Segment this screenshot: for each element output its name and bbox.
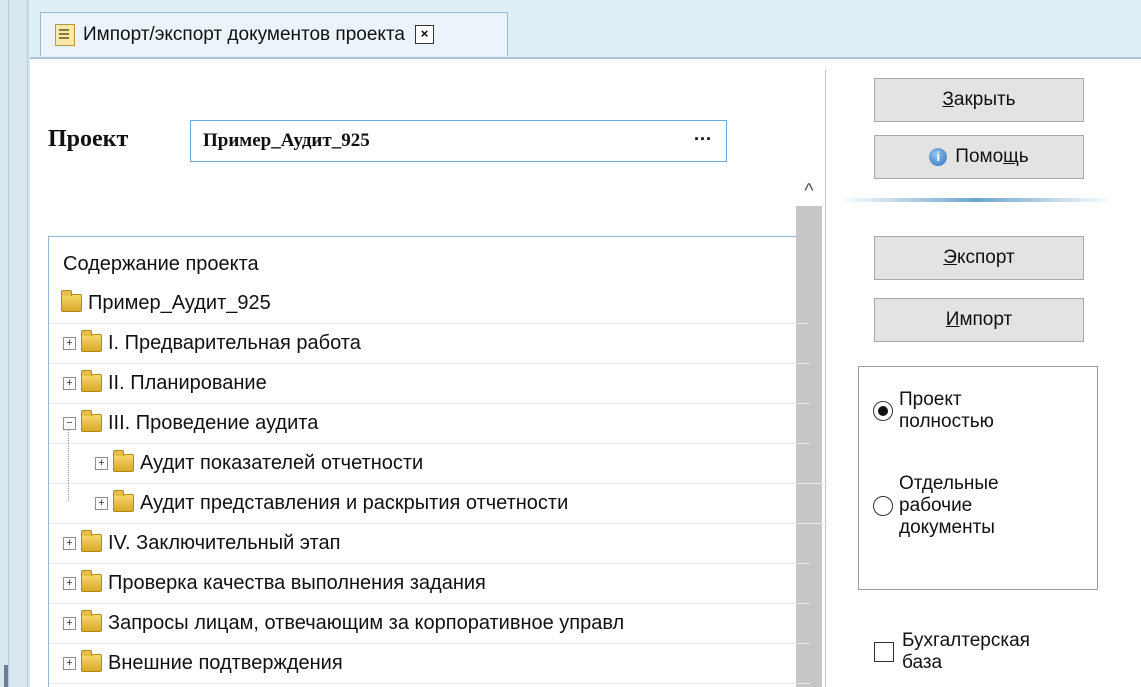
tree-item-label: III. Проведение аудита: [108, 411, 319, 434]
radio-label: Проект полностью: [899, 389, 994, 433]
folder-icon: [81, 570, 102, 592]
tree-row-root[interactable]: Пример_Аудит_925: [49, 283, 808, 324]
tree-item-label: Проверка качества выполнения задания: [108, 571, 486, 594]
tree-item-label: II. Планирование: [108, 371, 267, 394]
checkbox[interactable]: [874, 642, 894, 662]
tree-row[interactable]: − III. Проведение аудита: [49, 403, 810, 444]
mnemonic: щ: [1003, 146, 1019, 167]
expand-icon[interactable]: +: [63, 376, 76, 390]
folder-icon: [113, 450, 134, 472]
radio-button[interactable]: [873, 401, 893, 421]
project-label: Проект: [48, 126, 129, 152]
tree-item-label: Внешние подтверждения: [108, 651, 343, 674]
outer-divider: [27, 0, 28, 687]
folder-icon: [61, 290, 82, 312]
button-label: мпорт: [959, 309, 1013, 330]
project-tree[interactable]: Содержание проекта Пример_Аудит_925 + I.…: [48, 236, 842, 687]
radio-separate-docs[interactable]: Отдельные рабочие документы: [873, 473, 999, 539]
expand-icon[interactable]: +: [95, 496, 108, 510]
folder-icon: [81, 410, 102, 432]
radio-label-line: Проект: [899, 389, 962, 410]
close-button[interactable]: Закрыть: [874, 78, 1084, 122]
expand-icon[interactable]: +: [63, 656, 76, 670]
radio-full-project[interactable]: Проект полностью: [873, 389, 994, 433]
tree-item-label: IV. Заключительный этап: [108, 531, 341, 554]
scroll-up-arrow[interactable]: ^: [796, 176, 822, 206]
tree-row[interactable]: + Запросы лицам, отвечающим за корпорати…: [49, 603, 810, 644]
tree-caption: Содержание проекта: [63, 253, 259, 275]
folder-icon: [81, 370, 102, 392]
mnemonic: И: [945, 309, 960, 330]
button-label: ь: [1018, 146, 1029, 167]
button-label: Помо: [955, 146, 1004, 167]
outer-divider: [8, 0, 9, 687]
expand-icon[interactable]: +: [95, 456, 108, 470]
tree-row[interactable]: + IV. Заключительный этап: [49, 523, 810, 564]
folder-icon: [81, 650, 102, 672]
folder-icon: [81, 530, 102, 552]
checkbox-label-line: база: [902, 652, 943, 673]
checkbox-label-line: Бухгалтерская: [902, 630, 1030, 651]
project-field[interactable]: Пример_Аудит_925 ···: [190, 120, 727, 162]
tree-row[interactable]: + I. Предварительная работа: [49, 323, 810, 364]
expand-icon[interactable]: +: [63, 536, 76, 550]
mnemonic: З: [942, 89, 954, 110]
button-label: кспорт: [956, 247, 1015, 268]
tree-item-label: Аудит показателей отчетности: [140, 451, 424, 474]
expand-icon[interactable]: +: [63, 616, 76, 630]
export-button[interactable]: Экспорт: [874, 236, 1084, 280]
project-value: Пример_Аудит_925: [203, 130, 370, 151]
tree-item-label: Аудит представления и раскрытия отчетнос…: [140, 491, 569, 514]
tree-row[interactable]: + Аудит представления и раскрытия отчетн…: [49, 483, 842, 524]
close-tab-button[interactable]: ×: [415, 25, 434, 44]
splitter-grip[interactable]: [4, 665, 8, 687]
tree-row[interactable]: + Внешние подтверждения: [49, 643, 810, 684]
radio-label-line: полностью: [899, 411, 994, 432]
radio-label: Отдельные рабочие документы: [899, 473, 999, 539]
collapse-icon[interactable]: −: [63, 416, 76, 430]
radio-label-line: Отдельные: [899, 473, 999, 494]
tree-item-label: I. Предварительная работа: [108, 331, 361, 354]
browse-button[interactable]: ···: [694, 129, 712, 150]
folder-icon: [81, 610, 102, 632]
tree-row[interactable]: + Аудит показателей отчетности: [49, 443, 842, 484]
import-button[interactable]: Импорт: [874, 298, 1084, 342]
accounting-base-checkbox[interactable]: Бухгалтерская база: [874, 630, 1030, 674]
folder-icon: [113, 490, 134, 512]
radio-label-line: документы: [899, 517, 995, 538]
document-icon: [55, 23, 75, 46]
checkbox-label: Бухгалтерская база: [902, 630, 1030, 674]
outer-left-strip: [0, 0, 30, 687]
tree-row[interactable]: + II. Планирование: [49, 363, 810, 404]
tab-import-export[interactable]: Импорт/экспорт документов проекта ×: [40, 12, 508, 56]
help-button[interactable]: i Помо щ ь: [874, 135, 1084, 179]
button-label: акрыть: [953, 89, 1016, 110]
tree-item-label: Пример_Аудит_925: [88, 291, 271, 314]
tree-item-label: Запросы лицам, отвечающим за корпоративн…: [108, 611, 625, 634]
mnemonic: Э: [943, 247, 957, 268]
radio-label-line: рабочие: [899, 495, 973, 516]
expand-icon[interactable]: +: [63, 576, 76, 590]
info-icon: i: [929, 148, 948, 166]
expand-icon[interactable]: +: [63, 336, 76, 350]
radio-button[interactable]: [873, 496, 893, 516]
tab-title: Импорт/экспорт документов проекта: [83, 23, 405, 45]
tree-row[interactable]: + Проверка качества выполнения задания: [49, 563, 810, 604]
folder-icon: [81, 330, 102, 352]
separator: [838, 198, 1114, 202]
export-scope-group: Проект полностью Отдельные рабочие докум…: [858, 366, 1098, 590]
